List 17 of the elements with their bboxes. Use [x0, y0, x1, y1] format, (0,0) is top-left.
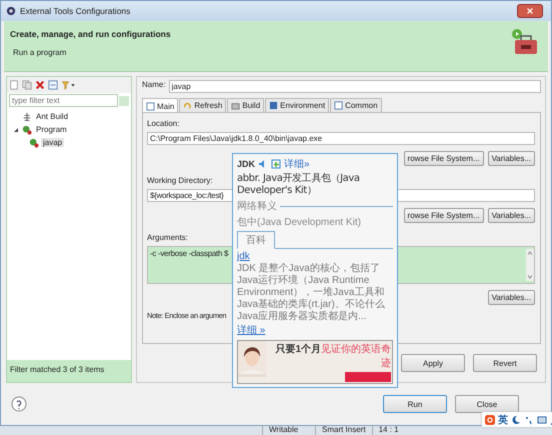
- arguments-label: Arguments:: [147, 233, 188, 242]
- header-message: Run a program: [12, 48, 66, 57]
- status-cell: Writable: [262, 426, 315, 435]
- web-meaning: 包中(Java Development Kit): [237, 216, 362, 229]
- status-cell: Smart Insert: [315, 426, 372, 435]
- window-title: External Tools Configurations: [20, 6, 130, 16]
- entry-text: JDK 是整个Java的核心，包括了Java运行环境（Java Runtime Environment），一堆Java工具和Java基础的类库(rt.jar)。不论什么Java应用服务器实质都是内...: [237, 263, 386, 323]
- status-cell: 14 : 1: [372, 426, 425, 435]
- abbreviation-text: abbr. Java开发工具包（Java Developer's Kit）: [237, 173, 361, 197]
- ad-headline: 只要1个月 见证你的英语奇迹: [274, 342, 391, 370]
- header-title: Create, manage, and run configurations: [10, 29, 171, 39]
- headword: JDK: [237, 159, 256, 169]
- location-label: Location:: [147, 119, 180, 128]
- section-heading: 网络释义: [237, 200, 277, 213]
- filter-status: Filter matched 3 of 3 items: [7, 360, 131, 382]
- directory-label: Working Directory:: [147, 176, 213, 185]
- name-label: Name:: [142, 80, 166, 89]
